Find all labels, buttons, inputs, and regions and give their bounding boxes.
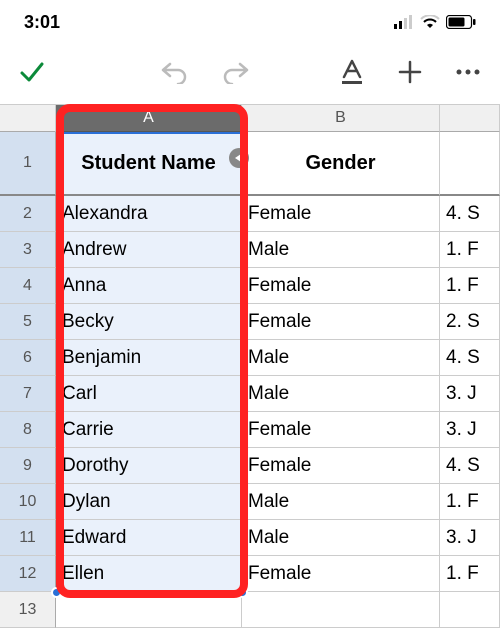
cell[interactable]: Benjamin [56, 340, 242, 376]
cell[interactable]: 2. S [440, 304, 500, 340]
row-header[interactable]: 12 [0, 556, 56, 592]
status-bar: 3:01 [0, 0, 500, 44]
cell[interactable] [440, 592, 500, 628]
cell[interactable]: Female [242, 268, 440, 304]
cell[interactable] [56, 592, 242, 628]
status-indicators [394, 15, 476, 29]
undo-button[interactable] [160, 58, 188, 86]
cell[interactable]: Male [242, 376, 440, 412]
selection-handle[interactable] [51, 587, 62, 598]
row-header[interactable]: 3 [0, 232, 56, 268]
text-format-button[interactable] [338, 58, 366, 86]
cell[interactable]: Becky [56, 304, 242, 340]
cell[interactable]: Male [242, 232, 440, 268]
toolbar [0, 44, 500, 100]
cell[interactable]: Dorothy [56, 448, 242, 484]
cell[interactable]: 3. J [440, 412, 500, 448]
cell[interactable]: 4. S [440, 340, 500, 376]
cell[interactable]: 1. F [440, 484, 500, 520]
cell-B1[interactable]: Gender [242, 132, 440, 196]
cell[interactable]: Ellen [56, 556, 242, 592]
cellular-icon [394, 15, 414, 29]
redo-button[interactable] [222, 58, 250, 86]
cell[interactable]: 1. F [440, 232, 500, 268]
row-header[interactable]: 4 [0, 268, 56, 304]
add-button[interactable] [396, 58, 424, 86]
row-header[interactable]: 1 [0, 132, 56, 196]
row-header[interactable]: 10 [0, 484, 56, 520]
cell[interactable]: Male [242, 340, 440, 376]
cell[interactable]: 1. F [440, 268, 500, 304]
row-header[interactable]: 7 [0, 376, 56, 412]
cell[interactable]: Female [242, 556, 440, 592]
column-expand-button[interactable] [229, 148, 249, 168]
more-button[interactable] [454, 58, 482, 86]
cell[interactable]: 4. S [440, 196, 500, 232]
spreadsheet[interactable]: A B 1 Student Name Gender 2AlexandraFema… [0, 104, 500, 628]
column-header-A[interactable]: A [56, 104, 242, 132]
row-header[interactable]: 9 [0, 448, 56, 484]
confirm-button[interactable] [18, 58, 46, 86]
cell[interactable]: 1. F [440, 556, 500, 592]
cell[interactable]: Female [242, 196, 440, 232]
row-header[interactable]: 13 [0, 592, 56, 628]
cell[interactable]: Male [242, 484, 440, 520]
cell[interactable]: 3. J [440, 376, 500, 412]
cell[interactable]: Female [242, 304, 440, 340]
column-header-B[interactable]: B [242, 104, 440, 132]
cell[interactable]: Female [242, 448, 440, 484]
cell[interactable]: Andrew [56, 232, 242, 268]
cell[interactable]: Dylan [56, 484, 242, 520]
cell-C1[interactable] [440, 132, 500, 196]
cell[interactable]: Male [242, 520, 440, 556]
cell-A1[interactable]: Student Name [56, 132, 242, 196]
select-all-corner[interactable] [0, 104, 56, 132]
cell[interactable]: 4. S [440, 448, 500, 484]
row-header[interactable]: 6 [0, 340, 56, 376]
row-header[interactable]: 2 [0, 196, 56, 232]
wifi-icon [420, 15, 440, 29]
column-header-C[interactable] [440, 104, 500, 132]
cell[interactable]: Alexandra [56, 196, 242, 232]
cell[interactable]: Female [242, 412, 440, 448]
cell[interactable]: Anna [56, 268, 242, 304]
battery-icon [446, 15, 476, 29]
cell[interactable]: Edward [56, 520, 242, 556]
cell[interactable] [242, 592, 440, 628]
cell[interactable]: 3. J [440, 520, 500, 556]
selection-handle[interactable] [237, 587, 248, 598]
row-header[interactable]: 8 [0, 412, 56, 448]
cell[interactable]: Carl [56, 376, 242, 412]
row-header[interactable]: 5 [0, 304, 56, 340]
cell[interactable]: Carrie [56, 412, 242, 448]
status-time: 3:01 [24, 12, 60, 33]
row-header[interactable]: 11 [0, 520, 56, 556]
